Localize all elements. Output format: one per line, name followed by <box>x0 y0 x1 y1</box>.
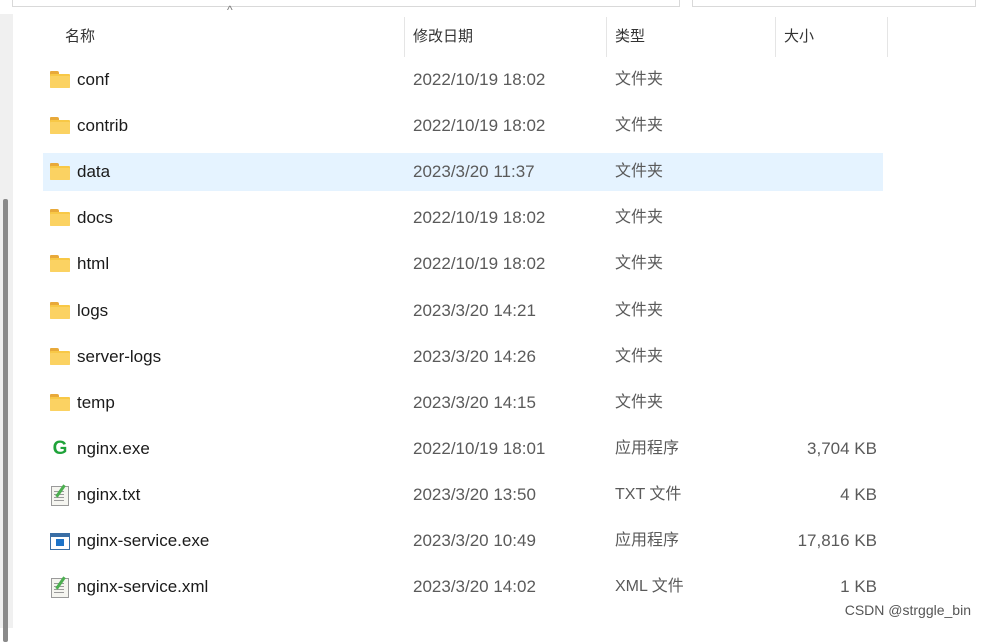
folder-icon <box>50 71 70 89</box>
file-name: docs <box>77 208 113 228</box>
file-name: temp <box>77 392 115 412</box>
file-name: nginx.exe <box>77 438 150 458</box>
file-row[interactable]: html 2022/10/19 18:02 文件夹 <box>43 245 883 283</box>
file-modified-date: 2023/3/20 13:50 <box>413 484 536 504</box>
top-toolbar-edge <box>0 0 985 7</box>
file-name: logs <box>77 300 109 320</box>
file-type: TXT 文件 <box>615 485 682 503</box>
file-size: 1 KB <box>840 577 877 597</box>
file-row[interactable]: temp 2023/3/20 14:15 文件夹 <box>43 384 883 422</box>
file-type: 文件夹 <box>615 393 664 411</box>
search-box[interactable] <box>692 0 976 7</box>
folder-icon <box>50 117 70 135</box>
file-row[interactable]: Gnginx.exe 2022/10/19 18:01 应用程序 3,704 KB <box>43 430 883 468</box>
folder-icon <box>50 209 70 227</box>
file-name: nginx.txt <box>77 484 141 504</box>
file-type: 文件夹 <box>615 347 664 365</box>
file-name: conf <box>77 70 110 89</box>
file-row[interactable]: nginx-service.xml 2023/3/20 14:02 XML 文件 1 … <box>43 568 883 606</box>
file-type: 文件夹 <box>615 117 664 135</box>
file-size: 3,704 KB <box>807 438 877 458</box>
exe-window-icon <box>50 532 70 550</box>
navigation-scrollbar[interactable] <box>3 199 8 642</box>
file-name: contrib <box>77 116 129 136</box>
file-type: 文件夹 <box>615 301 664 319</box>
column-divider[interactable] <box>606 17 607 57</box>
sort-ascending-icon: ^ <box>227 3 233 17</box>
column-divider[interactable] <box>887 17 888 57</box>
folder-icon <box>50 301 70 320</box>
file-size: 4 KB <box>840 484 877 504</box>
file-name: html <box>77 254 110 274</box>
file-modified-date: 2022/10/19 18:02 <box>413 116 546 136</box>
column-header-size[interactable]: 大小 <box>784 17 814 57</box>
file-size: 17,816 KB <box>797 531 877 550</box>
folder-icon <box>50 393 70 412</box>
column-divider[interactable] <box>775 17 776 57</box>
navigation-pane-edge <box>0 14 13 642</box>
file-modified-date: 2022/10/19 18:02 <box>413 254 546 274</box>
file-row[interactable]: server-logs 2023/3/20 14:26 文件夹 <box>43 338 883 376</box>
address-bar[interactable] <box>12 0 680 7</box>
file-name: server-logs <box>77 346 162 366</box>
file-modified-date: 2022/10/19 18:02 <box>413 70 546 89</box>
file-modified-date: 2022/10/19 18:02 <box>413 208 546 228</box>
file-row[interactable]: docs 2022/10/19 18:02 文件夹 <box>43 199 883 237</box>
file-row[interactable]: nginx-service.exe 2023/3/20 10:49 应用程序 17,8… <box>43 522 883 560</box>
file-type: 文件夹 <box>615 71 664 88</box>
file-name: data <box>77 162 111 182</box>
text-file-icon <box>50 576 70 599</box>
file-name: nginx-service.exe <box>77 531 210 550</box>
file-type: XML 文件 <box>615 578 684 596</box>
watermark: CSDN @strggle_bin <box>844 602 971 618</box>
nginx-app-icon: G <box>52 437 68 459</box>
column-divider[interactable] <box>404 17 405 57</box>
file-row[interactable]: conf 2022/10/19 18:02 文件夹 <box>43 61 883 99</box>
folder-icon <box>50 255 70 273</box>
file-type: 应用程序 <box>615 532 680 549</box>
file-row[interactable]: nginx.txt 2023/3/20 13:50 TXT 文件 4 KB <box>43 476 883 514</box>
file-modified-date: 2023/3/20 14:26 <box>413 346 536 366</box>
file-type: 文件夹 <box>615 163 664 181</box>
file-modified-date: 2023/3/20 10:49 <box>413 531 536 550</box>
file-name: nginx-service.xml <box>77 577 209 597</box>
file-modified-date: 2023/3/20 14:15 <box>413 392 536 412</box>
file-modified-date: 2023/3/20 11:37 <box>413 162 535 182</box>
folder-icon <box>50 163 70 181</box>
text-file-icon <box>50 484 70 506</box>
column-header-type[interactable]: 类型 <box>615 17 645 57</box>
file-type: 文件夹 <box>615 209 664 227</box>
file-modified-date: 2023/3/20 14:02 <box>413 577 536 597</box>
file-row[interactable]: logs 2023/3/20 14:21 文件夹 <box>43 292 883 330</box>
file-row[interactable]: contrib 2022/10/19 18:02 文件夹 <box>43 107 883 145</box>
column-header-date[interactable]: 修改日期 <box>413 17 473 57</box>
file-type: 应用程序 <box>615 439 680 457</box>
file-modified-date: 2023/3/20 14:21 <box>413 300 536 320</box>
column-header-row: ^ 名称 修改日期 类型 大小 <box>43 3 888 57</box>
file-row[interactable]: data 2023/3/20 11:37 文件夹 <box>43 153 883 192</box>
file-type: 文件夹 <box>615 255 664 273</box>
folder-icon <box>50 347 70 366</box>
file-modified-date: 2022/10/19 18:01 <box>413 438 546 458</box>
column-header-name[interactable]: 名称 <box>65 17 95 57</box>
